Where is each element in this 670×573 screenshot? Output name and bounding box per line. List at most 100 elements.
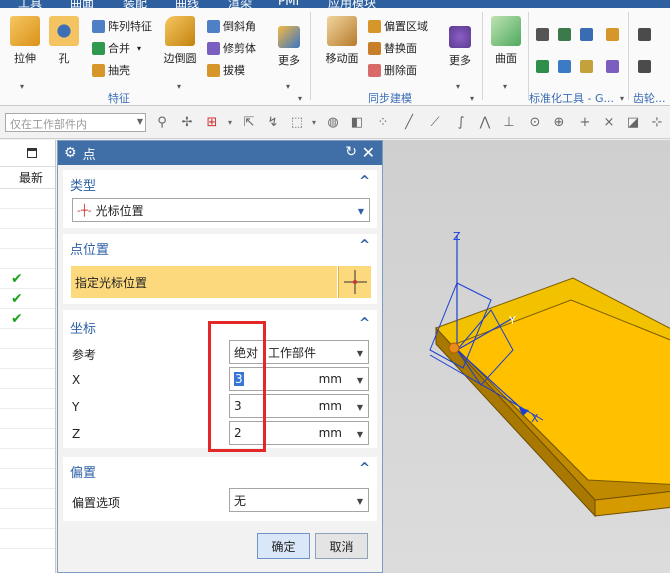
tool-icon (536, 60, 549, 73)
collapse-icon[interactable]: ^ (359, 461, 370, 476)
navigator-row[interactable]: ✔ (0, 309, 55, 329)
menu-tools[interactable]: 工具 (18, 0, 42, 8)
navigator-row[interactable] (0, 449, 55, 469)
crosshair-icon[interactable]: ⊥ (502, 116, 516, 130)
menu-curve[interactable]: 曲线 (175, 0, 199, 8)
std-tool-4[interactable] (536, 60, 549, 73)
reference-select[interactable]: 工作部件 ▼ (263, 340, 369, 364)
delete-face-button[interactable]: 删除面 (368, 62, 417, 78)
surface-button[interactable]: 曲面 (488, 14, 524, 66)
close-icon[interactable]: ✕ (362, 143, 375, 162)
navigator-row[interactable] (0, 409, 55, 429)
dots-icon[interactable]: ⁘ (376, 116, 390, 130)
std-tool-7[interactable] (606, 28, 619, 41)
filter-icon[interactable]: ⚲ (155, 116, 169, 130)
navigator-row[interactable] (0, 329, 55, 349)
cancel-button[interactable]: 取消 (315, 533, 368, 559)
line2-icon[interactable]: ⟋ (428, 116, 442, 130)
tool-icon (606, 28, 619, 41)
std-tool-3[interactable] (580, 28, 593, 41)
chevron-down-icon[interactable]: ▾ (223, 116, 237, 130)
point-snap-icon[interactable]: ⊞ (205, 116, 219, 130)
dialog-title-bar[interactable]: ⚙ 点 ↻ ✕ (58, 141, 382, 165)
navigator-row[interactable] (0, 249, 55, 269)
lasso-icon[interactable]: ↯ (266, 116, 280, 130)
navigator-row[interactable]: ✔ (0, 289, 55, 309)
line-icon[interactable]: ╱ (402, 116, 416, 130)
std-tool-1[interactable] (536, 28, 549, 41)
std-tool-5[interactable] (558, 60, 571, 73)
navigator-row[interactable] (0, 389, 55, 409)
point-location-header[interactable]: 点位置 ^ (63, 234, 377, 259)
menu-assembly[interactable]: 装配 (123, 0, 147, 8)
std-tool-2[interactable] (558, 28, 571, 41)
collapse-icon[interactable]: ^ (359, 174, 370, 189)
navigator-row[interactable] (0, 529, 55, 549)
std-tool-8[interactable] (606, 60, 619, 73)
rect-select-icon[interactable]: ⬚ (290, 116, 304, 130)
navigator-row[interactable]: ✔ (0, 269, 55, 289)
chamfer-button[interactable]: 倒斜角 (207, 18, 256, 34)
navigator-row[interactable] (0, 189, 55, 209)
std-tool-6[interactable] (580, 60, 593, 73)
navigator-row[interactable] (0, 429, 55, 449)
cursor-location-button[interactable] (338, 266, 371, 298)
point-icon[interactable]: ⊹ (650, 116, 664, 130)
menu-pmi[interactable]: PMI (278, 0, 299, 8)
collapse-icon[interactable]: ^ (359, 316, 370, 331)
trim-body-button[interactable]: 修剪体 (207, 40, 256, 56)
y-unit-select[interactable]: mm ▼ (263, 394, 369, 418)
move-face-button[interactable]: 移动面 (322, 14, 362, 66)
gear-tool-1[interactable] (638, 28, 651, 41)
menu-surface[interactable]: 曲面 (70, 0, 94, 8)
pattern-feature-button[interactable]: 阵列特征 (92, 18, 152, 34)
quadrant-icon[interactable]: ⊕ (552, 116, 566, 130)
hole-button[interactable]: 孔 (48, 14, 80, 66)
navigator-row[interactable] (0, 469, 55, 489)
specify-cursor-location[interactable]: 指定光标位置 (71, 266, 337, 298)
point-type-select[interactable]: -┼- 光标位置 ▼ (72, 198, 370, 222)
intersect-icon[interactable]: × (602, 116, 616, 130)
navigator-row[interactable] (0, 369, 55, 389)
snap-icon[interactable]: ✢ (180, 116, 194, 130)
latest-column-header[interactable]: 最新 (0, 167, 55, 189)
selection-scope-select[interactable]: 仅在工作部件内 ▼ (5, 113, 146, 132)
view-icon[interactable]: ◍ (326, 116, 340, 130)
spline-icon[interactable]: ⋀ (478, 116, 492, 130)
gear-icon[interactable]: ⚙ (64, 145, 77, 161)
edge-blend-button[interactable]: 边倒圆 (160, 14, 200, 66)
navigator-row[interactable] (0, 349, 55, 369)
offset-option-select[interactable]: 无 ▼ (229, 488, 369, 512)
type-section-header[interactable]: 类型 ^ (63, 170, 377, 195)
cube-icon[interactable]: ◧ (350, 116, 364, 130)
draft-button[interactable]: 拔模 (207, 62, 245, 78)
select-icon[interactable]: ⇱ (242, 116, 256, 130)
navigator-row[interactable] (0, 509, 55, 529)
menu-application[interactable]: 应用模块 (328, 0, 376, 8)
collapse-icon[interactable]: ^ (359, 238, 370, 253)
plus-icon[interactable]: + (578, 116, 592, 130)
maximize-icon[interactable] (27, 148, 37, 158)
navigator-row[interactable] (0, 229, 55, 249)
sync-more-button[interactable]: 更多 (446, 14, 474, 68)
navigator-row[interactable] (0, 209, 55, 229)
graphics-viewport[interactable]: Z X Y (383, 140, 670, 573)
ok-button[interactable]: 确定 (257, 533, 310, 559)
circle-center-icon[interactable]: ⊙ (528, 116, 542, 130)
z-unit-select[interactable]: mm ▼ (263, 421, 369, 445)
menu-render[interactable]: 渲染 (228, 0, 252, 8)
replace-face-button[interactable]: 替换面 (368, 40, 417, 56)
offset-region-button[interactable]: 偏置区域 (368, 18, 428, 34)
extrude-button[interactable]: 拉伸 (6, 14, 44, 66)
feature-more-button[interactable]: 更多 (275, 14, 303, 68)
curve-icon[interactable]: ∫ (454, 116, 468, 130)
chevron-down-icon[interactable]: ▾ (307, 116, 321, 130)
navigator-row[interactable] (0, 489, 55, 509)
x-unit-select[interactable]: mm ▼ (263, 367, 369, 391)
offset-header[interactable]: 偏置 ^ (63, 457, 377, 482)
face-icon[interactable]: ◪ (626, 116, 640, 130)
gear-tool-2[interactable] (638, 60, 651, 73)
reset-icon[interactable]: ↻ (345, 144, 357, 160)
shell-button[interactable]: 抽壳 (92, 62, 130, 78)
unite-button[interactable]: 合并 ▾ (92, 40, 141, 56)
